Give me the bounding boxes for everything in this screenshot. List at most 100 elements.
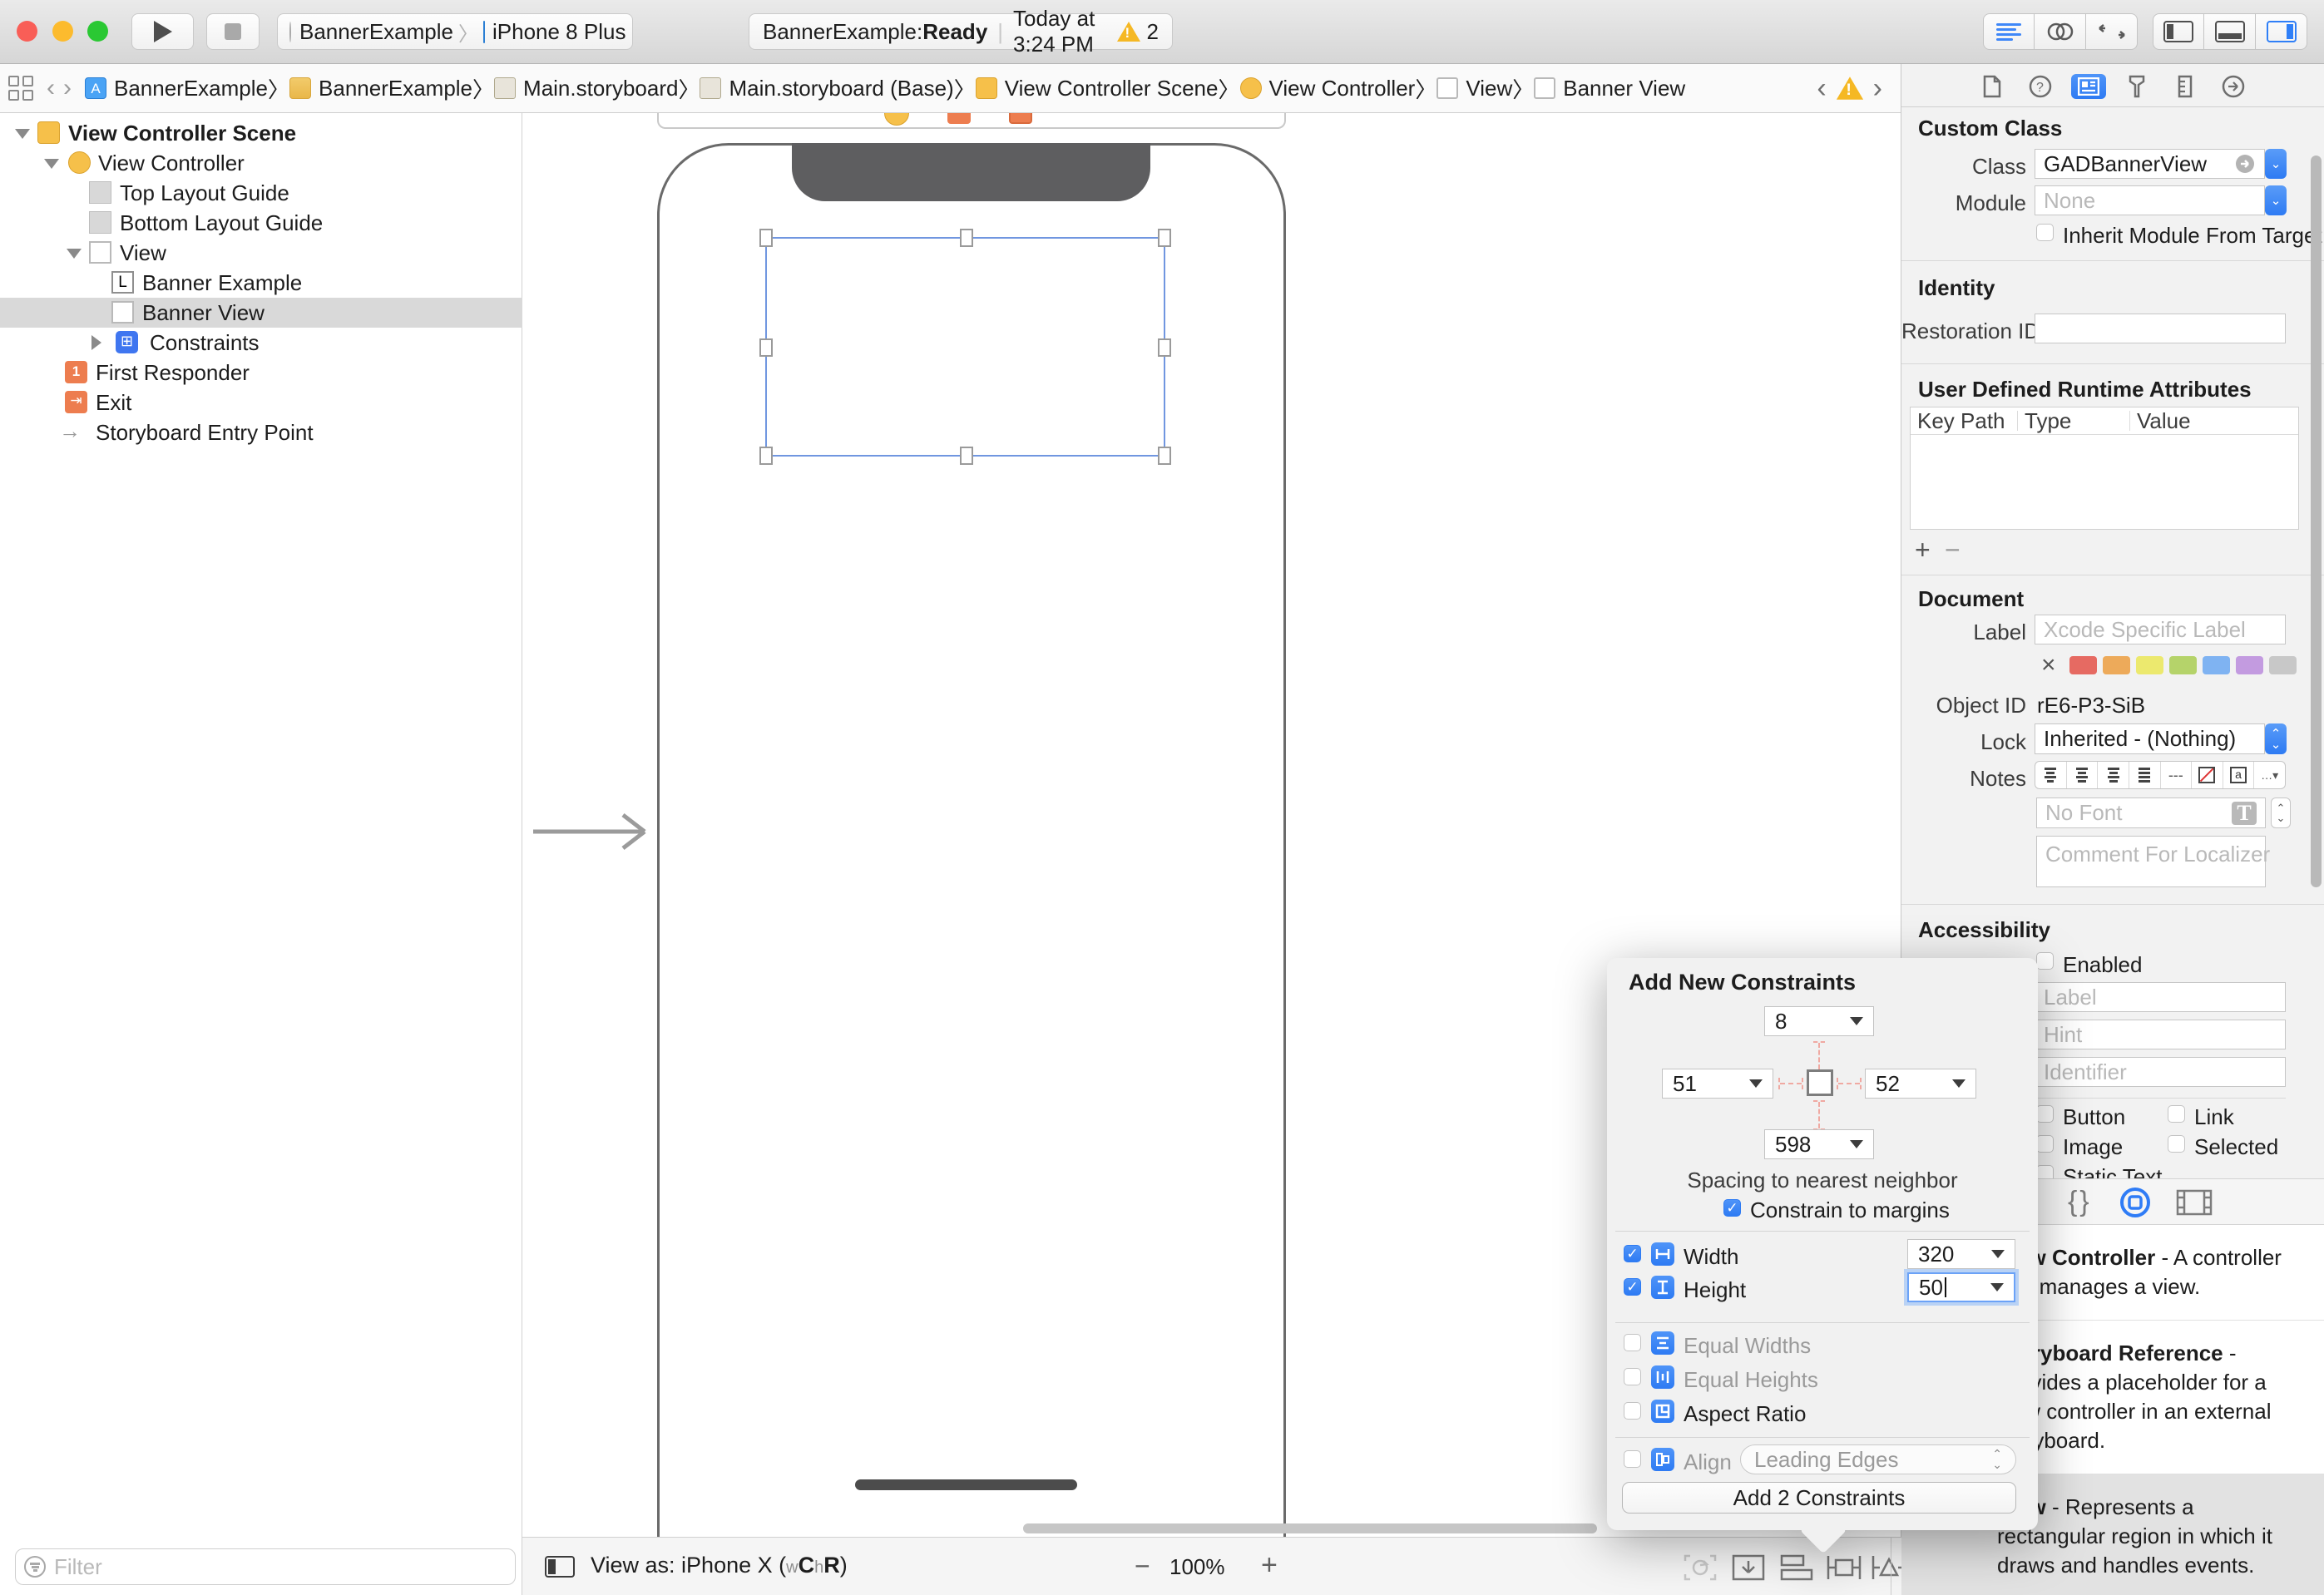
stop-button[interactable] [206, 13, 260, 50]
notes-more-button[interactable]: …▾ [2254, 762, 2285, 788]
breadcrumb-item[interactable]: View Controller [1240, 76, 1416, 101]
view-as-control[interactable]: View as: iPhone X (wChR) [591, 1553, 848, 1578]
breadcrumb-item[interactable]: Main.storyboard (Base) [700, 76, 953, 101]
toggle-inspector-button[interactable] [2256, 13, 2307, 50]
align-select[interactable]: Leading Edges ⌃⌄ [1740, 1444, 2016, 1474]
resize-handle[interactable] [960, 229, 973, 247]
resize-handle[interactable] [1158, 229, 1171, 247]
outline-row-banner-example[interactable]: LBanner Example [0, 268, 522, 298]
scene-first-responder-icon[interactable] [947, 113, 971, 124]
warning-icon[interactable] [1117, 22, 1140, 42]
constrain-margins-checkbox[interactable]: ✓ [1723, 1199, 1741, 1217]
notes-a-button[interactable]: a [2223, 762, 2255, 788]
width-checkbox[interactable]: ✓ [1624, 1245, 1641, 1262]
width-value-field[interactable]: 320 [1907, 1239, 2015, 1269]
add-constraints-submit-button[interactable]: Add 2 Constraints [1622, 1482, 2016, 1514]
trailing-ibeam-icon[interactable] [1838, 1083, 1860, 1084]
prev-issue-icon[interactable]: ‹ [1817, 72, 1826, 105]
height-value-field[interactable]: 50 [1907, 1272, 2015, 1302]
swatch-clear-button[interactable]: × [2041, 651, 2056, 679]
color-swatch[interactable] [2103, 656, 2130, 674]
toggle-navigator-button[interactable] [2153, 13, 2204, 50]
trait-static-text-checkbox[interactable] [2036, 1165, 2054, 1178]
jumpbar-warning-icon[interactable] [1837, 77, 1863, 100]
resize-handle[interactable] [960, 447, 973, 465]
embed-in-stack-button[interactable] [1730, 1553, 1767, 1583]
font-field[interactable]: No Font T [2036, 798, 2266, 828]
jumpbar-forward-icon[interactable]: › [63, 74, 72, 102]
bottom-spacing-field[interactable]: 598 [1764, 1129, 1874, 1159]
outline-row-view-controller[interactable]: View Controller [0, 148, 522, 178]
align-checkbox[interactable] [1624, 1450, 1641, 1468]
trait-button-checkbox[interactable] [2036, 1105, 2054, 1123]
breadcrumb-item[interactable]: BannerExample [289, 76, 472, 101]
class-field[interactable]: GADBannerView [2035, 149, 2265, 179]
storyboard-entry-arrow[interactable] [530, 810, 663, 853]
tab-quick-help-inspector[interactable]: ? [2023, 74, 2058, 99]
aspect-ratio-checkbox[interactable] [1624, 1402, 1641, 1420]
disclosure-down-icon[interactable] [44, 159, 59, 169]
breadcrumb-item[interactable]: View [1436, 76, 1512, 101]
outline-row-exit[interactable]: ⇥Exit [0, 388, 522, 417]
warning-count[interactable]: 2 [1147, 19, 1159, 45]
color-swatch[interactable] [2203, 656, 2230, 674]
minimize-window-button[interactable] [52, 21, 73, 42]
leading-spacing-field[interactable]: 51 [1662, 1069, 1773, 1099]
color-swatch[interactable] [2236, 656, 2263, 674]
outline-row-bottom-layout-guide[interactable]: Bottom Layout Guide [0, 208, 522, 238]
tab-file-inspector[interactable] [1975, 74, 2010, 99]
breadcrumb-item[interactable]: Banner View [1534, 76, 1685, 101]
tab-attributes-inspector[interactable] [2119, 74, 2154, 99]
breadcrumb-item[interactable]: View Controller Scene [976, 76, 1219, 101]
outline-row-view[interactable]: View [0, 238, 522, 268]
zoom-in-button[interactable]: + [1261, 1549, 1278, 1582]
standard-editor-button[interactable] [1983, 13, 2035, 50]
zoom-window-button[interactable] [87, 21, 108, 42]
color-swatch[interactable] [2136, 656, 2163, 674]
selected-banner-view[interactable] [765, 237, 1165, 457]
notes-center-button[interactable] [2067, 762, 2099, 788]
accessibility-hint-field[interactable]: Hint [2035, 1020, 2286, 1049]
toggle-debug-button[interactable] [2204, 13, 2256, 50]
notes-justify-button[interactable] [2129, 762, 2161, 788]
equal-widths-checkbox[interactable] [1624, 1334, 1641, 1351]
lock-dropdown[interactable]: Inherited - (Nothing) [2035, 723, 2265, 754]
trait-link-checkbox[interactable] [2168, 1105, 2185, 1123]
scene-view-controller-icon[interactable] [884, 113, 909, 126]
height-checkbox[interactable]: ✓ [1624, 1278, 1641, 1296]
related-items-icon[interactable] [7, 74, 35, 102]
media-library-icon[interactable] [2176, 1189, 2213, 1216]
breadcrumb-item[interactable]: ABannerExample [85, 76, 268, 101]
udra-remove-button[interactable]: − [1945, 535, 1961, 565]
jump-to-class-icon[interactable] [2234, 153, 2256, 175]
accessibility-enabled-checkbox[interactable] [2036, 952, 2054, 970]
resize-handle[interactable] [759, 229, 773, 247]
toggle-outline-button[interactable] [545, 1556, 575, 1578]
notes-left-button[interactable] [2035, 762, 2067, 788]
notes-dash-button[interactable]: --- [2161, 762, 2193, 788]
resize-handle[interactable] [759, 447, 773, 465]
font-picker-icon[interactable]: T [2232, 802, 2257, 825]
udra-table[interactable]: Key Path Type Value [1910, 407, 2299, 530]
disclosure-right-icon[interactable] [91, 335, 101, 350]
scene-exit-icon[interactable] [1009, 113, 1032, 124]
run-button[interactable] [131, 13, 194, 50]
outline-row-banner-view[interactable]: Banner View [0, 298, 522, 328]
next-issue-icon[interactable]: › [1873, 72, 1882, 105]
trailing-spacing-field[interactable]: 52 [1865, 1069, 1976, 1099]
inspector-scrollbar[interactable] [2311, 156, 2322, 887]
outline-row-view-controller-scene[interactable]: View Controller Scene [0, 118, 522, 148]
scene-dock[interactable] [657, 113, 1286, 129]
outline-row-storyboard-entry-point[interactable]: →Storyboard Entry Point [0, 417, 522, 447]
align-button[interactable] [1778, 1553, 1815, 1583]
localizer-comment-field[interactable]: Comment For Localizer [2036, 836, 2266, 887]
accessibility-identifier-field[interactable]: Identifier [2035, 1057, 2286, 1087]
module-field[interactable]: None [2035, 185, 2265, 215]
resize-handle[interactable] [759, 338, 773, 357]
doc-label-field[interactable]: Xcode Specific Label [2035, 615, 2286, 644]
font-size-stepper[interactable]: ⌃⌄ [2271, 798, 2291, 828]
inherit-module-checkbox[interactable] [2036, 224, 2054, 241]
tab-size-inspector[interactable] [2168, 74, 2203, 99]
canvas-horizontal-scrollbar[interactable] [1023, 1523, 1597, 1533]
disclosure-down-icon[interactable] [15, 129, 30, 139]
